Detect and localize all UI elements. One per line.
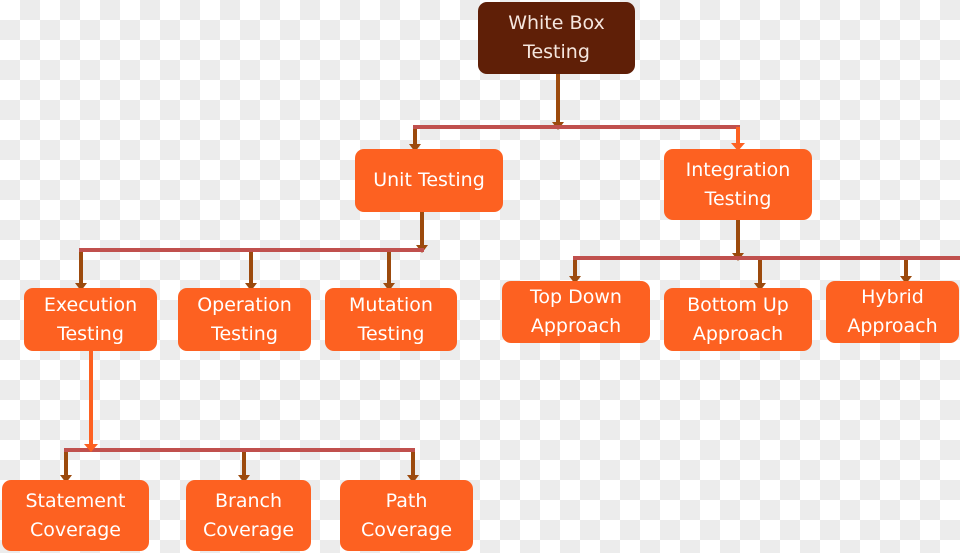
node-execution-testing: Execution Testing <box>24 288 157 351</box>
node-label: Top Down <box>530 286 622 308</box>
node-label: White Box <box>508 12 605 34</box>
node-mutation-testing: Mutation Testing <box>325 288 457 351</box>
node-label: Coverage <box>202 518 295 541</box>
node-integration-testing: Integration Testing <box>664 149 812 220</box>
node-label: Coverage <box>360 518 453 541</box>
node-label: Testing <box>704 187 772 210</box>
node-label: Statement <box>25 489 126 512</box>
node-branch-coverage: Branch Coverage <box>186 480 311 551</box>
node-label: Testing <box>523 41 590 63</box>
node-label: Testing <box>357 322 425 345</box>
node-label: Testing <box>57 322 124 345</box>
node-label: Approach <box>530 315 622 337</box>
node-label: Approach <box>847 315 938 337</box>
node-label: Mutation <box>349 293 433 316</box>
node-label: Hybrid <box>861 286 924 308</box>
node-label: Bottom Up <box>687 293 789 316</box>
node-label: Integration <box>685 158 791 181</box>
node-label: Execution <box>43 293 138 316</box>
node-hybrid-approach: Hybrid Approach <box>826 281 959 343</box>
node-white-box-testing: White Box Testing <box>478 2 635 74</box>
connectors <box>60 74 960 483</box>
node-path-coverage: Path Coverage <box>340 480 473 551</box>
node-operation-testing: Operation Testing <box>178 288 311 351</box>
node-label: Operation <box>197 293 292 316</box>
node-label: Testing <box>211 322 278 345</box>
node-label: Unit Testing <box>373 169 485 191</box>
node-label: Approach <box>692 322 784 345</box>
node-bottom-up-approach: Bottom Up Approach <box>664 288 812 351</box>
node-label: Path <box>385 489 428 512</box>
node-unit-testing: Unit Testing <box>355 149 503 212</box>
node-statement-coverage: Statement Coverage <box>2 480 149 551</box>
node-label: Branch <box>214 489 283 512</box>
node-label: Coverage <box>29 518 121 541</box>
node-top-down-approach: Top Down Approach <box>502 281 650 343</box>
